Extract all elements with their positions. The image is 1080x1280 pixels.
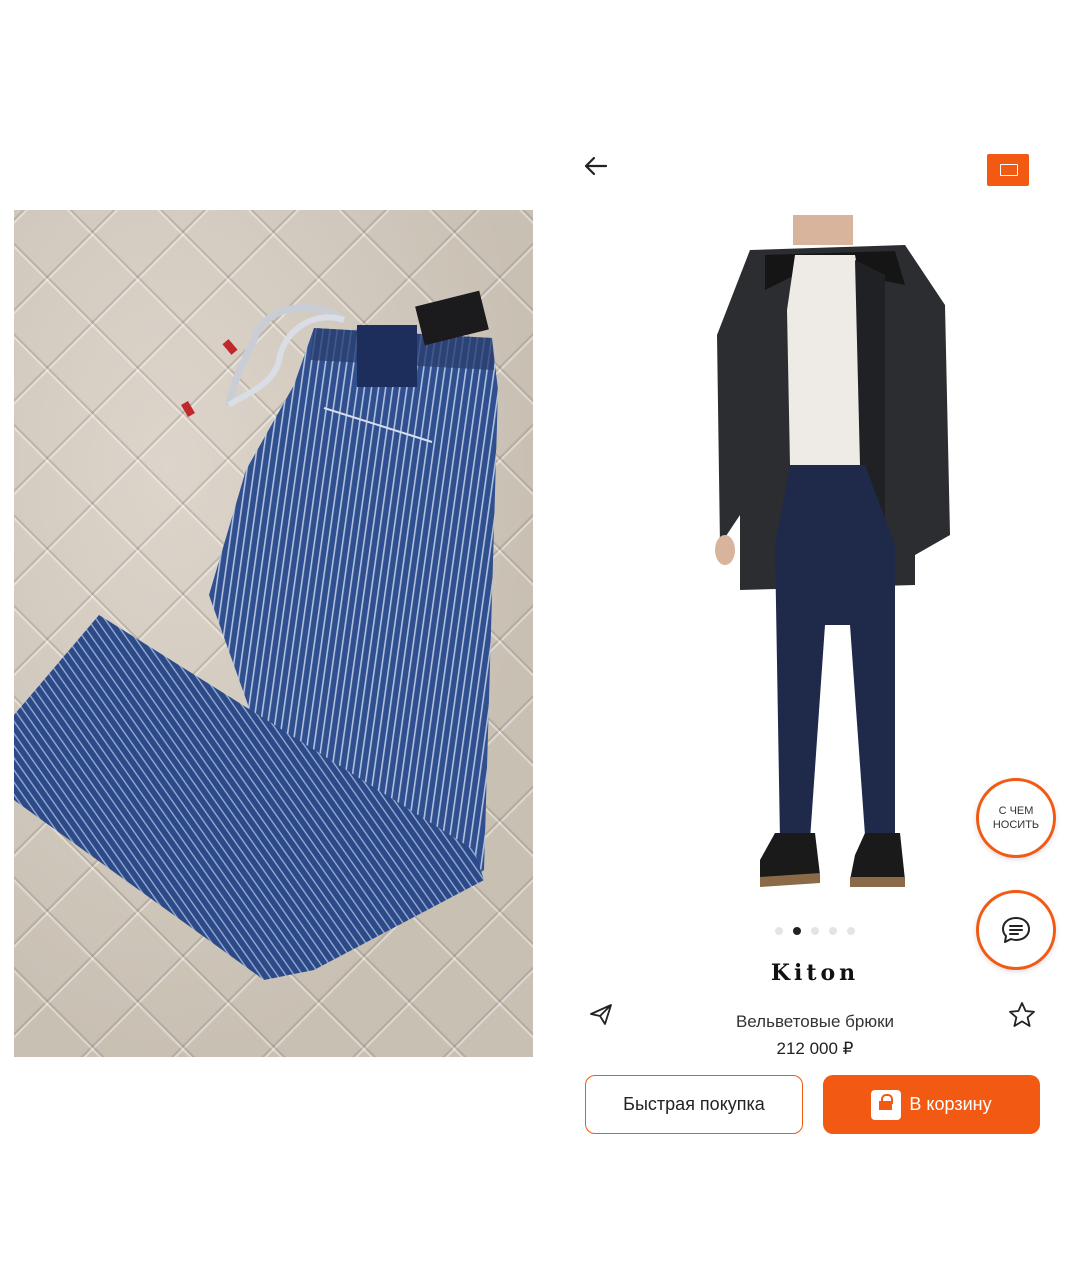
trousers-illustration [14,290,498,980]
add-to-cart-button[interactable]: В корзину [823,1075,1040,1134]
paper-plane-icon [590,1004,612,1025]
product-title: Вельветовые брюки [735,1012,895,1031]
favorite-button[interactable] [1007,1000,1037,1035]
chat-button[interactable] [976,890,1056,970]
gallery-dot[interactable] [811,927,819,935]
quick-buy-label: Быстрая покупка [623,1094,765,1114]
shopping-bag-icon [871,1089,902,1120]
chat-icon [1002,917,1030,943]
product-screen: С ЧЕМ НОСИТЬ Kiton Вельветовые брюки 212… [565,130,1065,1150]
brand-name: Kiton [770,960,860,986]
share-button[interactable] [587,1000,615,1033]
gallery-dot-active[interactable] [793,927,801,935]
wear-with-label: С ЧЕМ НОСИТЬ [992,805,1040,831]
model-illustration [715,215,950,887]
gallery-dot[interactable] [829,927,837,935]
back-button[interactable] [580,150,612,182]
cart-icon[interactable] [987,154,1029,186]
gallery-indicator [775,927,855,935]
quick-buy-button[interactable]: Быстрая покупка [585,1075,803,1134]
arrow-left-icon [584,156,608,176]
gallery-dot[interactable] [775,927,783,935]
star-icon [1009,1002,1035,1027]
product-image[interactable] [705,215,965,890]
wear-with-button[interactable]: С ЧЕМ НОСИТЬ [976,778,1056,858]
product-price: 212 000 ₽ [776,1039,854,1058]
trousers-photo [14,210,533,1057]
brand-logo[interactable]: Kiton [715,960,915,986]
gallery-dot[interactable] [847,927,855,935]
add-to-cart-label: В корзину [909,1094,992,1114]
